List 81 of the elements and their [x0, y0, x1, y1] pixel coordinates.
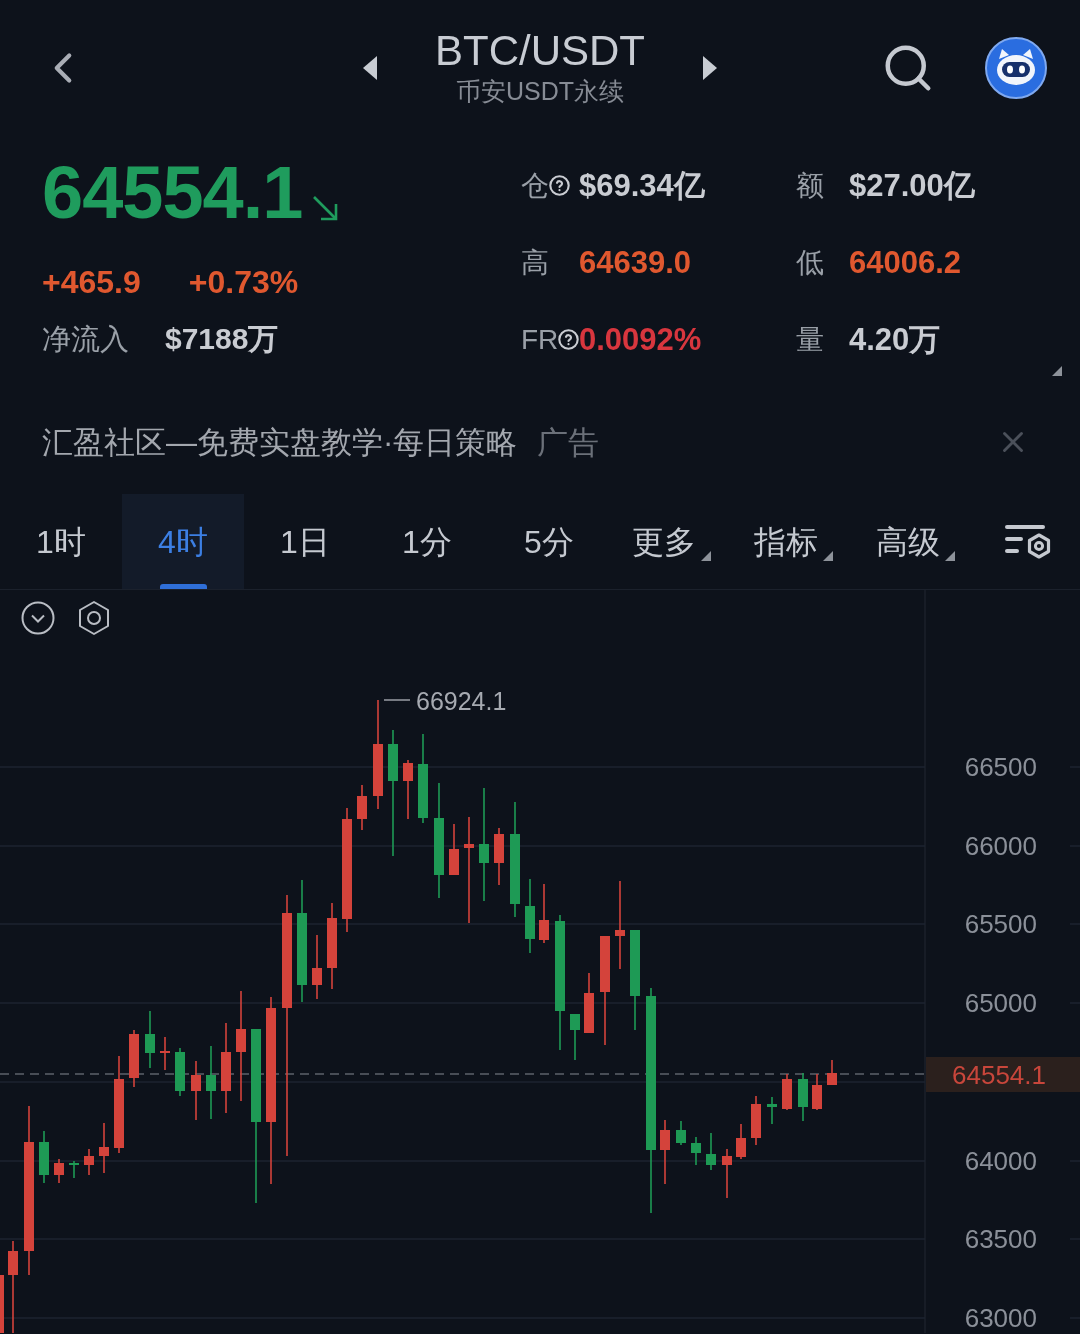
candlestick: [84, 1148, 94, 1176]
down-right-arrow-icon: [310, 194, 339, 222]
interval-tab[interactable]: 指标: [732, 494, 854, 589]
candlestick: [191, 1060, 201, 1121]
candlestick: [403, 759, 413, 820]
candlestick: [539, 883, 549, 944]
interval-tab[interactable]: 5分: [488, 494, 610, 589]
candlestick: [129, 1029, 139, 1088]
candlestick: [312, 934, 322, 1000]
candlestick: [722, 1148, 732, 1199]
stat-value: 64006.2: [849, 247, 962, 278]
help-icon[interactable]: [549, 175, 570, 196]
candlestick: [736, 1123, 746, 1160]
candlestick: [175, 1047, 185, 1097]
interval-tab[interactable]: 1时: [0, 494, 122, 589]
left-triangle-icon[interactable]: [363, 56, 377, 80]
candlestick: [39, 1130, 49, 1184]
stat-value: 0.0092%: [579, 324, 702, 355]
right-triangle-icon[interactable]: [703, 56, 717, 80]
candlestick: [782, 1073, 792, 1111]
selected-tab-underline: [160, 584, 207, 589]
candlestick: [0, 1275, 4, 1333]
interval-tab[interactable]: 4时: [122, 494, 244, 589]
net-inflow-label: 净流入: [42, 324, 129, 354]
interval-tab[interactable]: 更多: [610, 494, 732, 589]
candlestick: [449, 823, 459, 876]
stat-value: $69.34亿: [579, 170, 705, 201]
leader-line: [383, 699, 411, 701]
chevron-down-circle-icon[interactable]: [21, 601, 55, 635]
price-axis-label: 63500: [964, 1224, 1037, 1254]
interval-tab[interactable]: 1日: [244, 494, 366, 589]
list-settings-icon[interactable]: [1005, 523, 1051, 560]
stat-value: 4.20万: [849, 324, 941, 355]
ad-text[interactable]: 汇盈社区—免费实盘教学·每日策略: [42, 426, 518, 458]
last-price: 64554.1: [42, 156, 303, 230]
settings-icon[interactable]: [76, 600, 112, 636]
candlestick: [357, 784, 367, 831]
candlestick: [584, 972, 594, 1034]
candlestick: [160, 1036, 170, 1071]
candlestick: [54, 1158, 64, 1184]
stat-label: FR: [521, 325, 559, 354]
price-axis-label: 63000: [964, 1303, 1037, 1333]
help-icon[interactable]: [558, 329, 580, 350]
robot-avatar-icon[interactable]: [985, 37, 1047, 99]
price-change-percent: +0.73%: [188, 266, 299, 298]
candlestick: [570, 1013, 580, 1061]
stat-label: 额: [796, 171, 824, 200]
market-subtitle: 币安USDT永续: [455, 76, 625, 106]
candlestick: [691, 1136, 701, 1166]
interval-tab[interactable]: 高级: [854, 494, 976, 589]
candlestick: [827, 1059, 837, 1086]
candlestick: [145, 1010, 155, 1069]
stat-label: 高: [521, 248, 549, 277]
candlestick: [494, 827, 504, 886]
ad-label: 广告: [537, 426, 600, 458]
candlestick: [812, 1073, 822, 1111]
last-price-tag: 64554.1: [926, 1057, 1080, 1092]
candlestick: [69, 1160, 79, 1179]
candlestick: [798, 1072, 808, 1122]
stat-label: 量: [796, 325, 824, 354]
price-axis-label: 66000: [964, 831, 1037, 861]
stat-value: 64639.0: [579, 247, 692, 278]
candlestick: [767, 1096, 777, 1125]
candlestick: [751, 1095, 761, 1146]
candlestick: [660, 1119, 670, 1185]
candlestick: [99, 1122, 109, 1174]
stat-label: 仓: [521, 171, 549, 200]
price-axis-label: 65500: [964, 909, 1037, 939]
stat-value: $27.00亿: [849, 170, 975, 201]
net-inflow-value: $7188万: [165, 324, 279, 354]
stat-label: 低: [796, 248, 824, 277]
pair-title: BTC/USDT: [435, 26, 645, 76]
corner-triangle-icon[interactable]: [1052, 366, 1062, 376]
price-axis-label: 65000: [964, 988, 1037, 1018]
price-axis-label: 64000: [964, 1146, 1037, 1176]
price-axis-label: 66500: [964, 752, 1037, 782]
interval-tab[interactable]: 1分: [366, 494, 488, 589]
high-price-label: 66924.1: [416, 687, 507, 715]
price-change: +465.9: [42, 266, 141, 298]
candlestick: [706, 1132, 716, 1171]
candlestick: [676, 1120, 686, 1146]
